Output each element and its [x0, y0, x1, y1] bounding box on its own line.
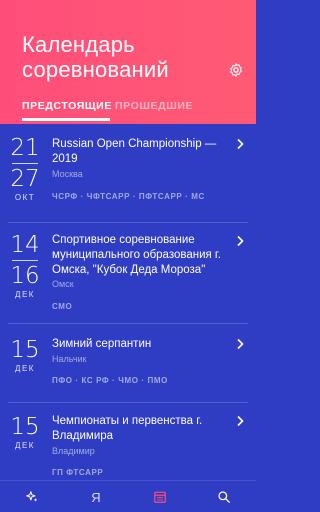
calendar-icon: [154, 491, 166, 503]
profile-label: Я: [91, 489, 101, 505]
event-name: Чемпионаты и первенства г. Владимира: [52, 415, 203, 442]
event-list[interactable]: 21 27 ОКТ Russian Open Championship — 20…: [0, 124, 256, 480]
active-tab-indicator: [22, 118, 110, 121]
page-title-line2: соревнований: [22, 57, 169, 82]
nav-item-search[interactable]: [192, 481, 256, 512]
event-city: Москва: [52, 169, 83, 179]
event-city: Владимир: [52, 446, 95, 456]
chevron-right-icon: [237, 338, 244, 350]
list-item[interactable]: 15 ДЕК Зимний серпантин Нальчик ПФО · КС…: [0, 324, 256, 404]
event-name: Спортивное соревнование муниципального о…: [52, 234, 221, 276]
event-tags: СМО: [52, 302, 73, 311]
event-month: ДЕК: [15, 364, 35, 373]
event-date: 15 ДЕК: [8, 415, 42, 450]
sparkle-icon: [26, 491, 38, 502]
list-item[interactable]: 14 16 ДЕК Спортивное соревнование муници…: [0, 223, 256, 323]
tab-past[interactable]: ПРОШЕДШИЕ: [115, 100, 193, 112]
event-date: 15 ДЕК: [8, 338, 42, 373]
event-day-end: 16: [10, 263, 40, 289]
event-name: Russian Open Championship — 2019: [52, 138, 217, 165]
bottom-nav: Я: [0, 480, 256, 512]
event-month: ОКТ: [14, 193, 36, 202]
event-date: 14 16 ДЕК: [8, 233, 42, 299]
event-date: 21 27 ОКТ: [8, 136, 42, 202]
app-header: Календарь соревнований ПРЕДСТОЯЩИЕ ПРОШЕ…: [0, 0, 256, 124]
event-day-end: 27: [10, 166, 40, 192]
event-name: Зимний серпантин: [52, 338, 152, 350]
gear-icon[interactable]: [228, 62, 244, 78]
event-tags: ГП ФТСАРР: [52, 468, 104, 477]
event-day-start: 21: [10, 135, 40, 161]
chevron-right-icon: [237, 415, 244, 427]
event-day-start: 15: [10, 337, 40, 363]
tab-upcoming[interactable]: ПРЕДСТОЯЩИЕ: [22, 100, 112, 112]
event-day-start: 14: [10, 232, 40, 258]
chevron-right-icon: [237, 138, 244, 150]
nav-item-calendar[interactable]: [128, 481, 192, 512]
event-city: Нальчик: [52, 354, 87, 364]
event-tags: ПФО · КС РФ · ЧМО · ПМО: [52, 376, 168, 385]
list-item[interactable]: 15 ДЕК Чемпионаты и первенства г. Владим…: [0, 403, 256, 480]
chevron-right-icon: [237, 235, 244, 247]
page-title-line1: Календарь: [22, 32, 135, 57]
nav-item-featured[interactable]: [0, 481, 64, 512]
event-month: ДЕК: [15, 290, 35, 299]
list-item[interactable]: 21 27 ОКТ Russian Open Championship — 20…: [0, 124, 256, 229]
event-month: ДЕК: [15, 441, 35, 450]
date-divider: [12, 163, 38, 164]
nav-item-profile[interactable]: Я: [64, 481, 128, 512]
event-day-start: 15: [10, 414, 40, 440]
event-tags: ЧСРФ · ЧФТСАРР · ПФТСАРР · МС: [52, 192, 205, 201]
search-icon: [218, 491, 230, 503]
date-divider: [12, 260, 38, 261]
event-city: Омск: [52, 279, 74, 289]
page-title: Календарь соревнований: [22, 32, 169, 82]
